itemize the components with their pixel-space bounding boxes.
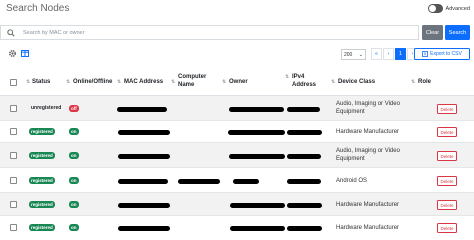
- redacted-mac: [118, 226, 170, 231]
- device-class: Hardware Manufacturer: [336, 129, 400, 135]
- status-badge: unregistered: [31, 105, 62, 111]
- status-badge: registered: [29, 177, 55, 184]
- toggle-switch[interactable]: [427, 4, 443, 13]
- delete-button[interactable]: Delete: [437, 127, 457, 137]
- status-badge: registered: [29, 201, 55, 208]
- redacted-ip: [287, 179, 321, 184]
- search-button[interactable]: Search: [445, 25, 470, 40]
- row-checkbox[interactable]: [10, 105, 17, 112]
- sort-icon[interactable]: ⇅: [285, 74, 289, 80]
- delete-button[interactable]: Delete: [437, 104, 457, 114]
- per-page-value: 200: [344, 51, 353, 58]
- table-header: ⇅ Status ⇅ Online/Offline ⇅ MAC Address …: [0, 69, 474, 96]
- select-all-checkbox[interactable]: [10, 79, 17, 86]
- download-icon: [422, 51, 429, 57]
- pagination: « ‹ 1 ›: [371, 48, 418, 60]
- row-checkbox[interactable]: [10, 177, 17, 184]
- redacted-ip: [287, 107, 320, 112]
- sort-icon[interactable]: ⇅: [66, 79, 70, 85]
- column-mac[interactable]: MAC Address: [124, 79, 163, 86]
- page-title: Search Nodes: [6, 3, 70, 14]
- redacted-ip: [287, 226, 322, 231]
- online-badge: on: [69, 128, 79, 135]
- online-badge: on: [69, 224, 79, 231]
- table-row[interactable]: registered on Hardware Manufacturer Dele…: [0, 121, 474, 143]
- online-badge: on: [69, 152, 79, 159]
- redacted-computer-name: [178, 179, 220, 184]
- search-input[interactable]: [23, 26, 413, 39]
- sort-icon[interactable]: ⇅: [331, 79, 335, 85]
- delete-button[interactable]: Delete: [437, 151, 457, 161]
- column-online[interactable]: Online/Offline: [73, 79, 112, 86]
- chevron-down-icon: ⌄: [358, 51, 363, 58]
- column-ipv4-1[interactable]: IPv4: [292, 74, 304, 81]
- device-class: Android OS: [336, 178, 368, 184]
- status-badge: registered: [29, 152, 55, 159]
- table-toolbar: 200 ⌄ « ‹ 1 › Export to CSV: [0, 48, 474, 62]
- redacted-mac: [118, 154, 170, 159]
- row-checkbox[interactable]: [10, 128, 17, 135]
- page-1-button[interactable]: 1: [395, 48, 406, 60]
- sort-icon[interactable]: ⇅: [411, 79, 415, 85]
- row-checkbox[interactable]: [10, 224, 17, 231]
- status-badge: registered: [29, 224, 55, 231]
- delete-button[interactable]: Delete: [437, 223, 457, 233]
- advanced-label: Advanced: [445, 5, 470, 12]
- row-checkbox[interactable]: [10, 152, 17, 159]
- sort-icon[interactable]: ⇅: [171, 79, 175, 85]
- delete-button[interactable]: Delete: [437, 200, 457, 210]
- status-badge: registered: [29, 128, 55, 135]
- export-csv-button[interactable]: Export to CSV: [414, 48, 470, 60]
- device-class: Hardware Manufacturer: [336, 225, 400, 231]
- redacted-ip: [287, 130, 322, 135]
- redacted-ip: [287, 154, 321, 159]
- device-class: Audio, Imaging or Video Equipment: [336, 101, 400, 115]
- table-row[interactable]: unregistered off Audio, Imaging or Video…: [0, 96, 474, 121]
- per-page-select[interactable]: 200 ⌄: [341, 49, 366, 60]
- redacted-mac: [118, 203, 170, 208]
- table-row[interactable]: registered on Hardware Manufacturer Dele…: [0, 193, 474, 216]
- column-ipv4-2[interactable]: Address: [292, 82, 316, 89]
- redacted-owner: [228, 130, 285, 135]
- table-row[interactable]: registered on Android OS Delete: [0, 168, 474, 193]
- table-row[interactable]: registered on Hardware Manufacturer Dele…: [0, 216, 474, 240]
- column-computer-name-1[interactable]: Computer: [178, 74, 206, 81]
- column-device-class[interactable]: Device Class: [338, 79, 375, 86]
- redacted-owner: [229, 154, 285, 159]
- sort-icon[interactable]: ⇅: [222, 79, 226, 85]
- device-class: Audio, Imaging or Video Equipment: [336, 148, 400, 162]
- redacted-owner: [230, 203, 285, 208]
- redacted-owner: [233, 179, 259, 184]
- redacted-mac: [117, 107, 167, 112]
- gear-icon[interactable]: [8, 49, 17, 58]
- sort-icon[interactable]: ⇅: [26, 79, 30, 85]
- column-computer-name-2[interactable]: Name: [178, 82, 194, 89]
- device-class: Hardware Manufacturer: [336, 202, 400, 208]
- table-row[interactable]: registered on Audio, Imaging or Video Eq…: [0, 143, 474, 168]
- search-bar: Clear Search: [0, 25, 474, 40]
- online-badge: on: [69, 177, 79, 184]
- search-icon: [7, 29, 15, 37]
- columns-icon[interactable]: [21, 50, 29, 57]
- search-box: [0, 25, 419, 40]
- first-page-button[interactable]: «: [371, 48, 382, 60]
- row-checkbox[interactable]: [10, 201, 17, 208]
- column-owner[interactable]: Owner: [229, 79, 248, 86]
- advanced-toggle[interactable]: Advanced: [427, 4, 470, 13]
- redacted-mac: [118, 130, 170, 135]
- redacted-owner: [229, 107, 284, 112]
- export-label: Export to CSV: [430, 51, 462, 57]
- clear-button[interactable]: Clear: [422, 25, 443, 40]
- online-badge: off: [69, 105, 79, 112]
- redacted-ip: [287, 203, 322, 208]
- previous-page-button[interactable]: ‹: [383, 48, 394, 60]
- column-status[interactable]: Status: [32, 79, 50, 86]
- online-badge: on: [69, 201, 79, 208]
- redacted-owner: [230, 226, 285, 231]
- sort-icon[interactable]: ⇅: [117, 79, 121, 85]
- column-role[interactable]: Role: [418, 79, 431, 86]
- delete-button[interactable]: Delete: [437, 176, 457, 186]
- redacted-mac: [118, 179, 168, 184]
